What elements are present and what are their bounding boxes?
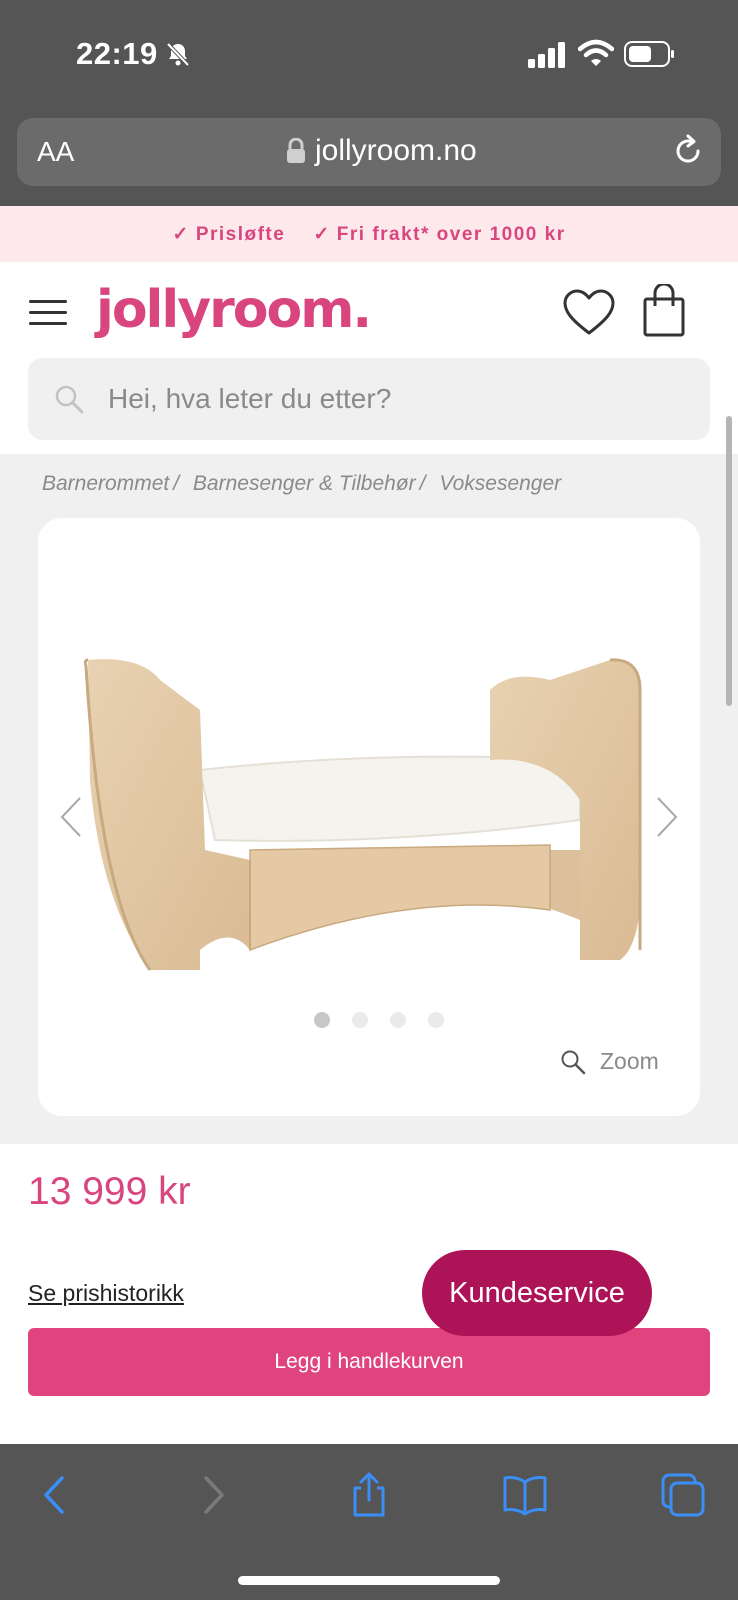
lock-icon [287, 138, 305, 163]
gallery-dot[interactable] [352, 1012, 368, 1028]
back-icon[interactable] [32, 1472, 78, 1518]
zoom-icon [561, 1050, 586, 1074]
search-box[interactable] [28, 358, 710, 440]
menu-icon[interactable] [29, 300, 67, 326]
buy-panel: 13 999 kr Se prishistorikk Kundeservice … [0, 1144, 738, 1444]
site-header: jollyroom. [0, 262, 738, 454]
product-price: 13 999 kr [28, 1170, 191, 1213]
gallery-dot[interactable] [428, 1012, 444, 1028]
zoom-button[interactable]: Zoom [560, 1048, 659, 1075]
chevron-right-icon[interactable] [652, 794, 682, 840]
breadcrumb: Barnerommet / Barnesenger & Tilbehør / Vok… [42, 472, 562, 495]
gallery-dots [314, 1012, 444, 1028]
zoom-label: Zoom [600, 1048, 659, 1074]
jollyroom-logo[interactable]: jollyroom. [96, 280, 372, 340]
check-icon: ✓ [172, 223, 190, 245]
promo-bar: ✓ Prisløfte ✓ Fri frakt* over 1000 kr [0, 206, 738, 262]
cellular-signal-icon [528, 42, 565, 68]
check-icon: ✓ [313, 223, 331, 245]
browser-toolbar [0, 1444, 738, 1600]
product-image-toddler-bed[interactable] [80, 650, 660, 990]
web-content: ✓ Prisløfte ✓ Fri frakt* over 1000 kr joll… [0, 206, 738, 1444]
tabs-icon[interactable] [660, 1472, 706, 1518]
heart-icon[interactable] [562, 288, 616, 338]
home-indicator [238, 1576, 500, 1585]
search-input[interactable] [108, 358, 688, 440]
status-time: 22:19 [76, 36, 158, 71]
customer-service-button[interactable]: Kundeservice [422, 1250, 652, 1336]
promo-price-promise: ✓ Prisløfte [172, 223, 286, 245]
breadcrumb-item[interactable]: Barnesenger & Tilbehør [193, 472, 416, 495]
add-to-cart-button[interactable]: Legg i handlekurven [28, 1328, 710, 1396]
url-text[interactable]: jollyroom.no [315, 134, 477, 168]
bookmarks-icon[interactable] [502, 1472, 548, 1518]
status-bar: 22:19 [0, 0, 738, 110]
product-gallery[interactable]: Zoom [38, 518, 700, 1116]
reader-text-size-button[interactable]: AA [37, 136, 74, 168]
share-icon[interactable] [346, 1472, 392, 1518]
breadcrumb-item[interactable]: Barnerommet [42, 472, 169, 495]
bell-muted-icon [166, 42, 190, 67]
search-icon [55, 385, 84, 414]
forward-icon[interactable] [190, 1472, 236, 1518]
address-bar[interactable]: AA jollyroom.no [17, 118, 721, 186]
promo-free-shipping: ✓ Fri frakt* over 1000 kr [313, 223, 566, 245]
scrollbar[interactable] [726, 416, 732, 706]
battery-icon [624, 41, 674, 67]
wifi-icon [578, 39, 614, 66]
gallery-dot[interactable] [314, 1012, 330, 1028]
price-history-link[interactable]: Se prishistorikk [28, 1280, 184, 1307]
reload-icon[interactable] [671, 134, 705, 168]
breadcrumb-item[interactable]: Voksesenger [439, 472, 561, 495]
gallery-dot[interactable] [390, 1012, 406, 1028]
shopping-bag-icon[interactable] [642, 284, 686, 338]
